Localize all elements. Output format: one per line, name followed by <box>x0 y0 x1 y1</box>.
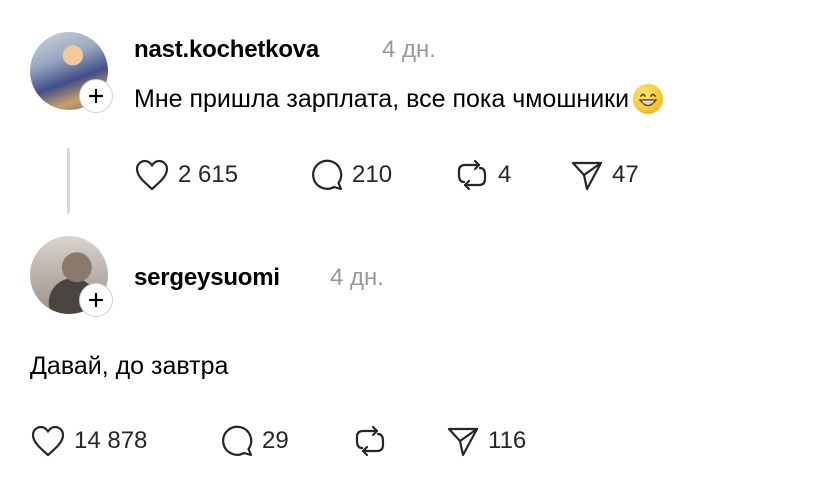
post-text-content: Мне пришла зарплата, все пока чмошники <box>134 84 630 113</box>
comment-count: 29 <box>262 427 289 454</box>
plus-icon <box>88 88 104 104</box>
plus-icon <box>88 292 104 308</box>
like-count: 2 615 <box>178 161 239 188</box>
comment-button[interactable]: 29 <box>220 424 289 458</box>
like-count: 14 878 <box>74 427 148 454</box>
thread-line <box>67 148 70 214</box>
post-text: Давай, до завтра <box>30 352 229 380</box>
share-count: 116 <box>488 427 527 454</box>
heart-icon <box>134 158 170 192</box>
follow-button[interactable] <box>80 80 112 112</box>
comment-count: 210 <box>352 161 393 188</box>
grinning-emoji-icon <box>633 84 664 114</box>
timestamp: 4 дн. <box>382 36 436 63</box>
like-button[interactable]: 14 878 <box>30 424 147 458</box>
repost-button[interactable] <box>352 424 396 458</box>
comment-icon <box>220 424 254 458</box>
share-button[interactable]: 47 <box>570 158 639 192</box>
post-text: Мне пришла зарплата, все пока чмошники <box>134 84 664 114</box>
username[interactable]: sergeysuomi <box>134 264 280 292</box>
share-count: 47 <box>612 161 639 188</box>
comment-icon <box>310 158 344 192</box>
repost-icon <box>352 424 388 458</box>
repost-button[interactable]: 4 <box>454 158 511 192</box>
like-button[interactable]: 2 615 <box>134 158 238 192</box>
comment-button[interactable]: 210 <box>310 158 392 192</box>
share-button[interactable]: 116 <box>446 424 526 458</box>
heart-icon <box>30 424 66 458</box>
repost-count: 4 <box>498 161 512 188</box>
username[interactable]: nast.kochetkova <box>134 36 319 64</box>
send-icon <box>446 424 480 458</box>
send-icon <box>570 158 604 192</box>
repost-icon <box>454 158 490 192</box>
follow-button[interactable] <box>80 284 112 316</box>
timestamp: 4 дн. <box>330 264 384 291</box>
